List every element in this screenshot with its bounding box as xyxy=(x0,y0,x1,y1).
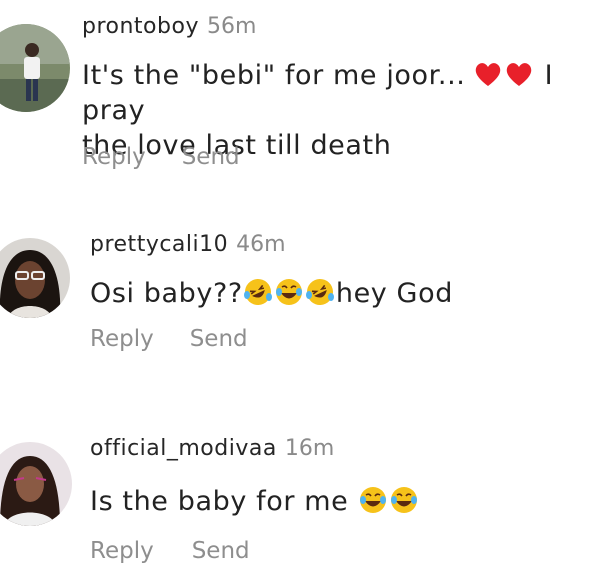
heart-emoji-icon xyxy=(473,59,503,89)
timestamp: 16m xyxy=(284,436,335,461)
avatar-photo-icon xyxy=(0,238,70,318)
comment-actions: Reply Send xyxy=(82,144,240,170)
comment-item: prettycali10 46m Osi baby?? hey God Reply S… xyxy=(0,190,604,400)
joy-emoji-icon xyxy=(274,277,304,307)
joy-emoji-icon xyxy=(389,485,419,515)
comment-actions: Reply Send xyxy=(90,538,250,564)
avatar-photo-icon xyxy=(0,442,72,526)
avatar[interactable] xyxy=(0,24,70,112)
comment-meta: official_modivaa 16m xyxy=(90,436,334,461)
timestamp: 56m xyxy=(206,14,257,39)
comment-item: prontoboy 56m It's the "bebi" for me joor… xyxy=(0,0,604,190)
send-button[interactable]: Send xyxy=(182,144,240,170)
reply-button[interactable]: Reply xyxy=(90,326,154,352)
comment-text: Osi baby?? hey God xyxy=(90,276,600,311)
comment-text-part: Is the baby for me xyxy=(90,486,358,517)
timestamp: 46m xyxy=(236,232,286,257)
send-button[interactable]: Send xyxy=(192,538,250,564)
username[interactable]: prettycali10 xyxy=(90,232,228,257)
comment-actions: Reply Send xyxy=(90,326,248,352)
joy-emoji-icon xyxy=(358,485,388,515)
comment-meta: prettycali10 46m xyxy=(90,232,286,257)
username[interactable]: prontoboy xyxy=(82,14,199,39)
comment-item: official_modivaa 16m Is the baby for me R… xyxy=(0,400,604,584)
avatar[interactable] xyxy=(0,238,70,318)
comment-text-part: Osi baby?? xyxy=(90,278,243,309)
username[interactable]: official_modivaa xyxy=(90,436,277,461)
rofl-emoji-icon xyxy=(243,277,273,307)
comment-text: Is the baby for me xyxy=(90,484,600,519)
heart-emoji-icon xyxy=(504,59,534,89)
avatar[interactable] xyxy=(0,442,72,526)
comment-text-part: It's the "bebi" for me joor... xyxy=(82,60,466,91)
comment-text-part: hey God xyxy=(335,278,453,309)
send-button[interactable]: Send xyxy=(190,326,248,352)
rofl-emoji-icon xyxy=(305,277,335,307)
reply-button[interactable]: Reply xyxy=(90,538,154,564)
avatar-photo-icon xyxy=(0,24,70,112)
reply-button[interactable]: Reply xyxy=(82,144,146,170)
comment-meta: prontoboy 56m xyxy=(82,14,256,39)
